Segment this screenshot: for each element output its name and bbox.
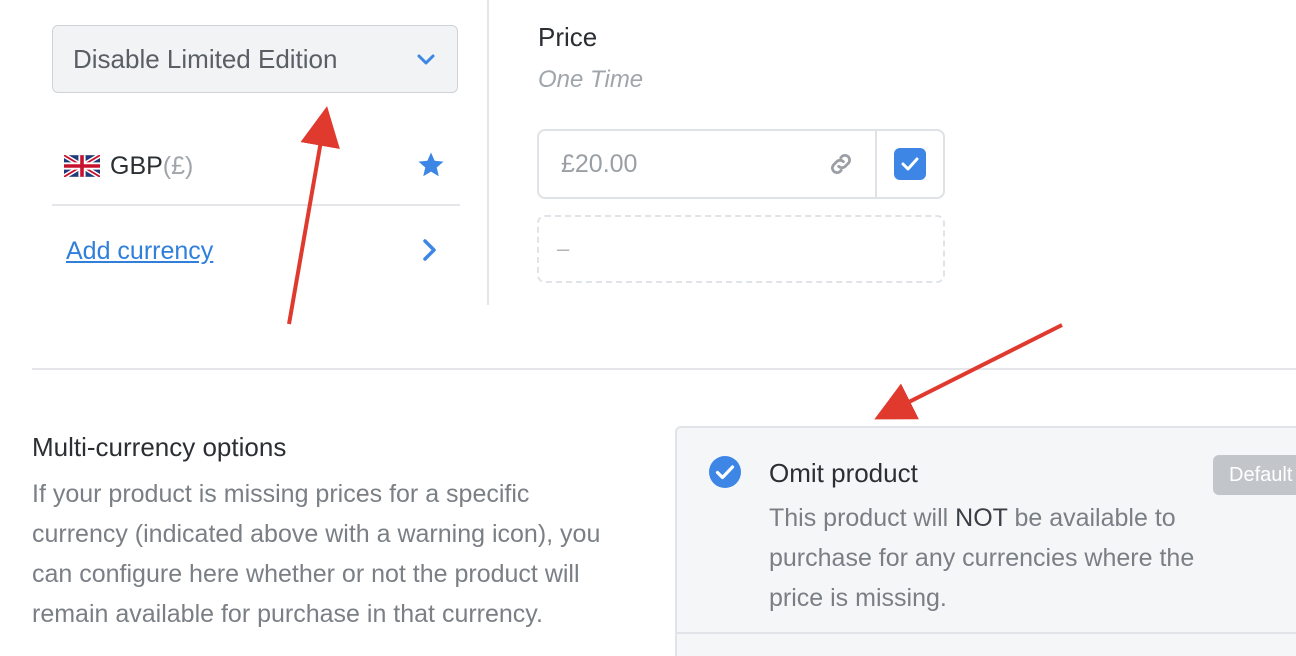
price-subtitle: One Time	[538, 66, 644, 93]
price-input-group: £20.00	[537, 129, 945, 199]
add-currency-row[interactable]: Add currency	[52, 208, 460, 294]
option-desc-before: This product will	[769, 504, 956, 532]
currency-code: GBP	[110, 151, 163, 180]
chevron-right-icon	[423, 239, 436, 261]
checkmark-icon	[901, 157, 919, 171]
multi-currency-description: If your product is missing prices for a …	[32, 480, 601, 628]
empty-price-slot[interactable]: –	[537, 215, 945, 283]
option-omit-product[interactable]: Omit product This product will NOT be av…	[675, 426, 1296, 656]
option-title: Omit product	[769, 458, 918, 488]
chevron-down-icon	[417, 54, 435, 65]
price-enabled-checkbox[interactable]	[894, 148, 926, 180]
option-divider	[677, 632, 1296, 634]
default-badge: Default	[1213, 455, 1296, 495]
price-checkbox-cell	[877, 148, 943, 180]
price-input[interactable]: £20.00	[539, 150, 827, 179]
currency-row-gbp[interactable]: GBP (£)	[52, 128, 460, 206]
star-icon[interactable]	[416, 150, 446, 180]
select-label: Disable Limited Edition	[73, 43, 338, 74]
product-pricing-panel: Disable Limited Edition GBP (£) Add curr…	[0, 0, 1296, 656]
price-title: Price	[538, 22, 598, 52]
add-currency-link[interactable]: Add currency	[66, 237, 213, 266]
multi-currency-title: Multi-currency options	[32, 432, 287, 462]
link-icon[interactable]	[827, 150, 855, 178]
check-circle-icon[interactable]	[708, 455, 742, 489]
empty-price-value: –	[557, 236, 570, 261]
option-description: This product will NOT be available to pu…	[769, 498, 1239, 618]
currency-symbol: (£)	[162, 151, 194, 180]
vertical-divider	[487, 0, 489, 305]
uk-flag-icon	[64, 155, 100, 177]
section-divider	[32, 368, 1296, 370]
option-desc-emphasis: NOT	[955, 504, 1008, 532]
limited-edition-select[interactable]: Disable Limited Edition	[52, 25, 458, 93]
